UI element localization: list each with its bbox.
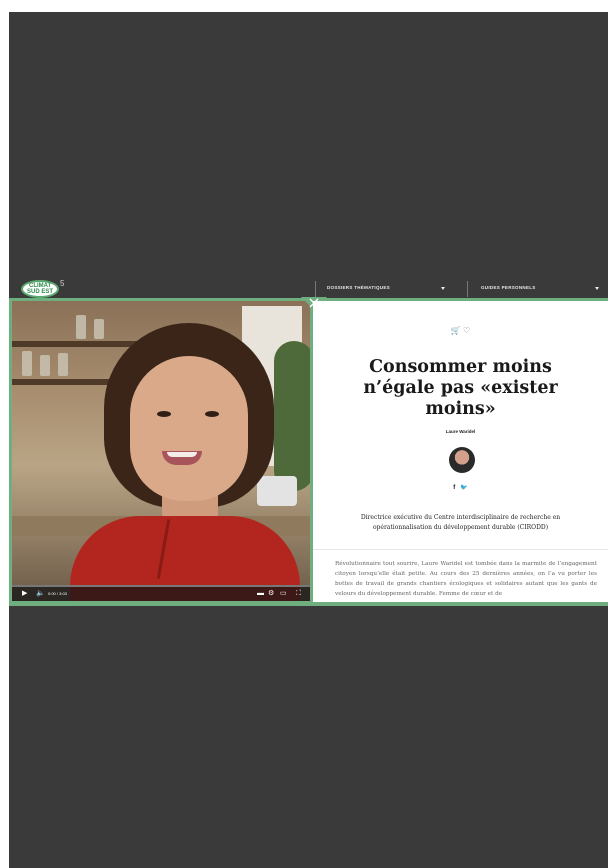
left-gutter [0, 0, 9, 868]
article-author: Laure Waridel [445, 429, 476, 434]
video-controls: ▶ 🔈 0:00 / 3:03 ▬ ⚙ ▭ ⛶ [12, 587, 310, 601]
article-panel: 🛒 ♡ Consommer moins n’égale pas «exister… [313, 301, 608, 602]
youtube-icon[interactable]: ▭ [280, 589, 287, 599]
person-teeth [167, 452, 197, 457]
logo-line2: SUD EST [27, 289, 54, 295]
play-icon[interactable]: ▶ [22, 589, 27, 599]
facebook-icon[interactable]: f [453, 485, 455, 491]
person-eye [205, 411, 219, 417]
jar [58, 353, 68, 376]
social-links: f 🐦 [313, 484, 608, 491]
nav-guides-personnels[interactable]: GUIDES PERSONNELS [481, 285, 536, 290]
video-time: 0:00 / 3:03 [48, 591, 67, 596]
nav-dossiers-thematiques[interactable]: DOSSIERS THÉMATIQUES [327, 285, 390, 290]
climat-logo[interactable]: CLIMAT SUD EST [21, 280, 59, 298]
pot [257, 476, 297, 506]
settings-icon[interactable]: ⚙ [268, 589, 274, 599]
top-area [9, 0, 608, 12]
article-title: Consommer moins n’égale pas «exister moi… [363, 357, 558, 419]
twitter-icon[interactable]: 🐦 [460, 485, 467, 491]
person-eye [157, 411, 171, 417]
author-description: Directrice exécutive du Centre interdisc… [360, 514, 561, 531]
video-player[interactable]: ▶ 🔈 0:00 / 3:03 ▬ ⚙ ▭ ⛶ [12, 301, 310, 601]
person-face [130, 356, 248, 501]
chevron-down-icon[interactable] [441, 287, 445, 290]
article-modal: ▶ 🔈 0:00 / 3:03 ▬ ⚙ ▭ ⛶ 🛒 ♡ Consommer mo… [9, 297, 608, 606]
article-body: Révolutionnaire tout sourire, Laure Wari… [335, 561, 597, 597]
jar [76, 315, 86, 339]
nav-divider [467, 281, 468, 297]
article-action-icons[interactable]: 🛒 ♡ [313, 326, 608, 335]
jar [40, 355, 50, 376]
divider [313, 549, 608, 550]
plant [274, 341, 310, 491]
jar [94, 319, 104, 339]
volume-icon[interactable]: 🔈 [36, 589, 45, 599]
nav-divider [315, 281, 316, 297]
logo-badge: 5 [60, 279, 65, 288]
chevron-down-icon[interactable] [595, 287, 599, 290]
subtitles-icon[interactable]: ▬ [257, 589, 264, 599]
author-avatar [449, 447, 475, 473]
jar [22, 351, 32, 376]
fullscreen-icon[interactable]: ⛶ [296, 589, 301, 599]
